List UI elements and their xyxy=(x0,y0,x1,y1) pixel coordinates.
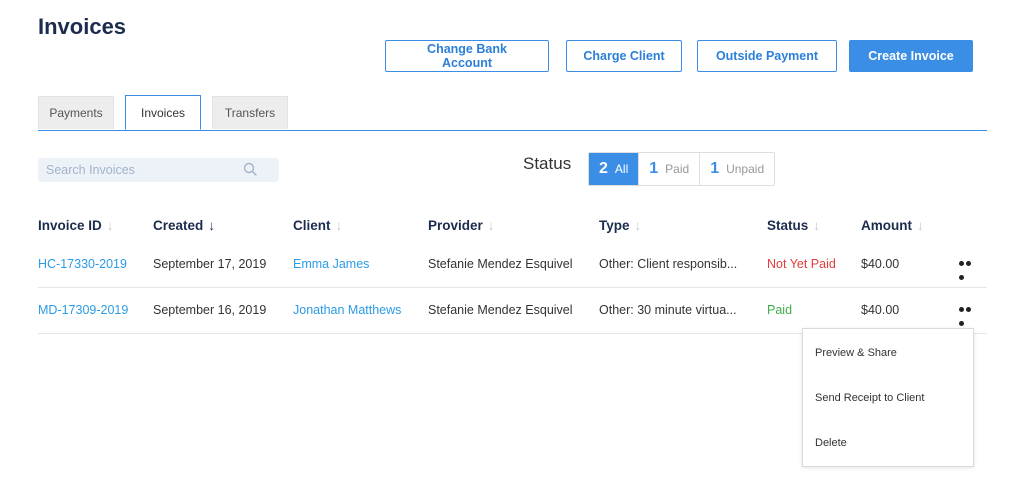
column-header-client[interactable]: Client ↓ xyxy=(293,218,342,233)
column-header-label: Provider xyxy=(428,218,483,233)
column-header-label: Amount xyxy=(861,218,912,233)
status-text: Not Yet Paid xyxy=(767,257,836,271)
sort-arrow-down-icon: ↓ xyxy=(634,218,642,233)
create-invoice-button[interactable]: Create Invoice xyxy=(849,40,973,72)
status-filter-unpaid[interactable]: 1 Unpaid xyxy=(700,153,774,185)
sort-arrow-down-icon: ↓ xyxy=(335,218,343,233)
page-actions: Change Bank Account Charge Client Outsid… xyxy=(385,40,973,72)
column-header-label: Type xyxy=(599,218,630,233)
menu-item-preview-share[interactable]: Preview & Share xyxy=(815,347,897,359)
provider-name: Stefanie Mendez Esquivel xyxy=(428,303,573,317)
status-filter-paid[interactable]: 1 Paid xyxy=(639,153,701,185)
column-header-invoice-id[interactable]: Invoice ID ↓ xyxy=(38,218,114,233)
invoice-id-link[interactable]: MD-17309-2019 xyxy=(38,287,128,333)
change-bank-account-button[interactable]: Change Bank Account xyxy=(385,40,549,72)
status-text: Paid xyxy=(767,303,793,317)
more-horizontal-icon[interactable] xyxy=(959,261,979,280)
page-title: Invoices xyxy=(38,14,127,39)
tab-invoices[interactable]: Invoices xyxy=(125,95,201,130)
status-filter: 2 All 1 Paid 1 Unpaid xyxy=(588,152,776,186)
charge-client-button[interactable]: Charge Client xyxy=(566,40,682,72)
column-header-status[interactable]: Status ↓ xyxy=(767,218,820,233)
amount: $40.00 xyxy=(861,257,900,271)
row-actions-menu: Preview & Share Send Receipt to Client D… xyxy=(802,328,974,467)
tab-payments[interactable]: Payments xyxy=(38,96,114,129)
column-header-label: Invoice ID xyxy=(38,218,102,233)
sort-arrow-down-icon: ↓ xyxy=(106,218,114,233)
sort-arrow-down-icon: ↓ xyxy=(208,218,216,233)
filter-label: Unpaid xyxy=(726,162,765,176)
filter-count: 1 xyxy=(710,160,720,177)
invoice-type: Other: Client responsib... xyxy=(599,257,738,271)
table-row: MD-17309-2019 September 16, 2019 Jonatha… xyxy=(38,287,987,334)
more-horizontal-icon[interactable] xyxy=(959,307,979,326)
column-header-label: Created xyxy=(153,218,204,233)
search-input[interactable] xyxy=(38,158,236,182)
column-header-type[interactable]: Type ↓ xyxy=(599,218,641,233)
column-header-created[interactable]: Created ↓ xyxy=(153,218,215,233)
amount: $40.00 xyxy=(861,303,900,317)
tab-bar: Payments Invoices Transfers xyxy=(38,95,987,131)
sort-arrow-down-icon: ↓ xyxy=(917,218,924,233)
filter-label: All xyxy=(614,162,629,176)
table-row: HC-17330-2019 September 17, 2019 Emma Ja… xyxy=(38,241,987,288)
invoice-type: Other: 30 minute virtua... xyxy=(599,303,737,317)
provider-name: Stefanie Mendez Esquivel xyxy=(428,257,573,271)
status-filter-label: Status xyxy=(523,154,572,173)
column-header-label: Status xyxy=(767,218,809,233)
created-date: September 17, 2019 xyxy=(153,257,267,271)
menu-item-delete[interactable]: Delete xyxy=(815,437,847,449)
client-link[interactable]: Emma James xyxy=(293,241,369,287)
filter-label: Paid xyxy=(665,162,690,176)
created-date: September 16, 2019 xyxy=(153,303,267,317)
sort-arrow-down-icon: ↓ xyxy=(487,218,495,233)
filter-count: 1 xyxy=(649,160,659,177)
column-header-label: Client xyxy=(293,218,331,233)
search-icon[interactable] xyxy=(243,162,257,176)
tab-transfers[interactable]: Transfers xyxy=(212,96,288,129)
client-link[interactable]: Jonathan Matthews xyxy=(293,287,401,333)
sort-arrow-down-icon: ↓ xyxy=(813,218,821,233)
outside-payment-button[interactable]: Outside Payment xyxy=(697,40,837,72)
status-filter-all[interactable]: 2 All xyxy=(589,153,640,185)
column-header-provider[interactable]: Provider ↓ xyxy=(428,218,495,233)
menu-item-send-receipt[interactable]: Send Receipt to Client xyxy=(815,392,924,404)
column-header-amount[interactable]: Amount ↓ xyxy=(861,218,924,233)
filter-count: 2 xyxy=(599,160,608,177)
invoice-id-link[interactable]: HC-17330-2019 xyxy=(38,241,127,287)
search-box xyxy=(38,158,279,182)
